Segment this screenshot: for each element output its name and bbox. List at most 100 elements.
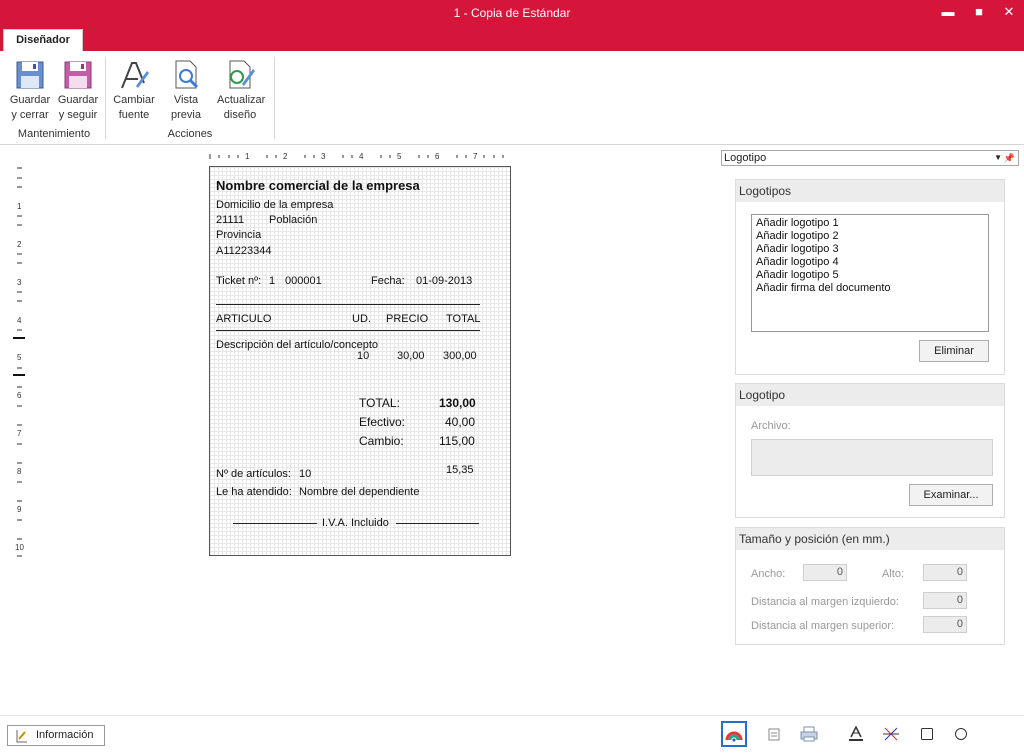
save-continue-label: Guardar y seguir — [57, 94, 99, 121]
update-design-label: Actualizar diseño — [217, 94, 266, 121]
width-label: Ancho: — [751, 568, 786, 580]
left-margin-field[interactable]: 0 — [923, 592, 967, 609]
save-continue-icon — [64, 61, 92, 89]
articles-count-value[interactable]: 10 — [299, 468, 311, 480]
tab-disenador[interactable]: Diseñador — [3, 29, 83, 51]
rectangle-tool-icon[interactable] — [914, 721, 940, 747]
item-price[interactable]: 30,00 — [397, 350, 425, 362]
information-button[interactable]: Información — [7, 725, 105, 746]
minimize-button[interactable]: ▬ — [937, 2, 959, 22]
info-icon — [16, 730, 27, 743]
attended-value[interactable]: Nombre del dependiente — [299, 486, 419, 498]
ruler-number: 4 — [17, 316, 22, 325]
height-field[interactable]: 0 — [923, 564, 967, 581]
ticket-series[interactable]: 1 — [269, 275, 275, 287]
save-continue-button[interactable]: Guardar y seguir — [55, 59, 101, 125]
ticket-number-label[interactable]: Ticket nº: — [216, 275, 261, 287]
update-design-button[interactable]: Actualizar diseño — [217, 59, 266, 125]
city[interactable]: Población — [269, 214, 317, 226]
circle-tool-icon[interactable] — [948, 721, 974, 747]
printer-tool-icon[interactable] — [796, 721, 822, 747]
top-margin-label: Distancia al margen superior: — [751, 620, 895, 632]
ruler-marker[interactable] — [13, 374, 25, 376]
horizontal-ruler-ticks — [209, 154, 504, 159]
ticket-layout[interactable]: Nombre comercial de la empresa Domicilio… — [209, 166, 511, 556]
column-article[interactable]: ARTICULO — [216, 313, 271, 325]
item-description[interactable]: Descripción del artículo/concepto — [216, 339, 378, 351]
item-total[interactable]: 300,00 — [443, 350, 477, 362]
cash-label[interactable]: Efectivo: — [359, 415, 405, 429]
change-font-label: Cambiar fuente — [113, 94, 155, 121]
postal-code[interactable]: 21111 — [216, 214, 244, 226]
list-item[interactable]: Añadir logotipo 1 — [756, 217, 984, 230]
ruler-number: 3 — [17, 278, 22, 287]
save-close-button[interactable]: Guardar y cerrar — [7, 59, 53, 125]
item-units[interactable]: 10 — [357, 350, 369, 362]
font-icon — [121, 62, 149, 89]
province[interactable]: Provincia — [216, 229, 261, 241]
delete-button[interactable]: Eliminar — [919, 340, 989, 362]
ruler-number: 5 — [17, 353, 22, 362]
ruler-number: 6 — [17, 391, 22, 400]
company-name[interactable]: Nombre comercial de la empresa — [216, 178, 420, 193]
list-item[interactable]: Añadir logotipo 3 — [756, 243, 984, 256]
information-label: Información — [36, 729, 94, 741]
line-tool-icon[interactable] — [878, 721, 904, 747]
browse-button[interactable]: Examinar... — [909, 484, 993, 506]
date-label[interactable]: Fecha: — [371, 275, 405, 287]
attended-label[interactable]: Le ha atendido: — [216, 486, 292, 498]
logo-section-header: Logotipo — [736, 384, 1004, 406]
extra-value[interactable]: 15,35 — [446, 464, 474, 476]
tax-id[interactable]: A11223344 — [216, 245, 271, 257]
logo-tool-icon[interactable] — [721, 721, 747, 747]
status-bar: Información — [0, 715, 1024, 747]
change-font-button[interactable]: Cambiar fuente — [111, 59, 157, 125]
company-address[interactable]: Domicilio de la empresa — [216, 199, 333, 211]
vat-line-right — [396, 523, 479, 524]
change-value[interactable]: 115,00 — [439, 434, 475, 448]
total-value[interactable]: 130,00 — [439, 396, 476, 410]
change-label[interactable]: Cambio: — [359, 434, 404, 448]
text-tool-icon[interactable] — [843, 721, 869, 747]
separator-line — [216, 330, 480, 331]
maximize-button[interactable]: ■ — [968, 2, 990, 22]
ribbon: Guardar y cerrar Guardar y seguir Manten… — [0, 51, 1024, 145]
pin-icon[interactable]: 📌 — [1004, 151, 1015, 165]
document-tool-icon[interactable] — [761, 721, 787, 747]
height-label: Alto: — [882, 568, 905, 580]
ruler-number: 8 — [17, 467, 22, 476]
preview-button[interactable]: Vista previa — [163, 59, 209, 125]
vertical-ruler: 1 2 3 4 5 6 7 8 9 10 — [10, 166, 30, 561]
top-margin-field[interactable]: 0 — [923, 616, 967, 633]
chevron-down-icon[interactable]: ▼ — [994, 151, 1002, 165]
column-total[interactable]: TOTAL — [446, 313, 480, 325]
ticket-number[interactable]: 000001 — [285, 275, 322, 287]
element-selector-value: Logotipo — [724, 152, 767, 164]
left-margin-label: Distancia al margen izquierdo: — [751, 596, 899, 608]
vat-included-text[interactable]: I.V.A. Incluido — [322, 517, 389, 529]
window-title: 1 - Copia de Estándar — [453, 6, 571, 20]
column-price[interactable]: PRECIO — [386, 313, 428, 325]
list-item[interactable]: Añadir firma del documento — [756, 282, 984, 295]
group-label-actions: Acciones — [167, 128, 213, 140]
date-value[interactable]: 01-09-2013 — [416, 275, 472, 287]
cash-value[interactable]: 40,00 — [445, 415, 475, 429]
width-field[interactable]: 0 — [803, 564, 847, 581]
ruler-number: 1 — [17, 202, 22, 211]
vat-line-left — [233, 523, 317, 524]
file-label: Archivo: — [751, 420, 791, 432]
articles-count-label[interactable]: Nº de artículos: — [216, 468, 291, 480]
ruler-marker[interactable] — [13, 337, 25, 339]
ribbon-separator — [105, 57, 106, 139]
total-label[interactable]: TOTAL: — [359, 396, 400, 410]
close-button[interactable]: ✕ — [998, 2, 1020, 22]
file-preview — [751, 439, 993, 476]
logos-list[interactable]: Añadir logotipo 1 Añadir logotipo 2 Añad… — [751, 214, 989, 332]
element-selector[interactable]: Logotipo ▼ 📌 — [721, 150, 1019, 166]
horizontal-ruler: 1 2 3 4 5 6 7 — [208, 152, 506, 162]
list-item[interactable]: Añadir logotipo 2 — [756, 230, 984, 243]
column-units[interactable]: UD. — [352, 313, 371, 325]
ruler-number: 2 — [17, 240, 22, 249]
list-item[interactable]: Añadir logotipo 5 — [756, 269, 984, 282]
list-item[interactable]: Añadir logotipo 4 — [756, 256, 984, 269]
